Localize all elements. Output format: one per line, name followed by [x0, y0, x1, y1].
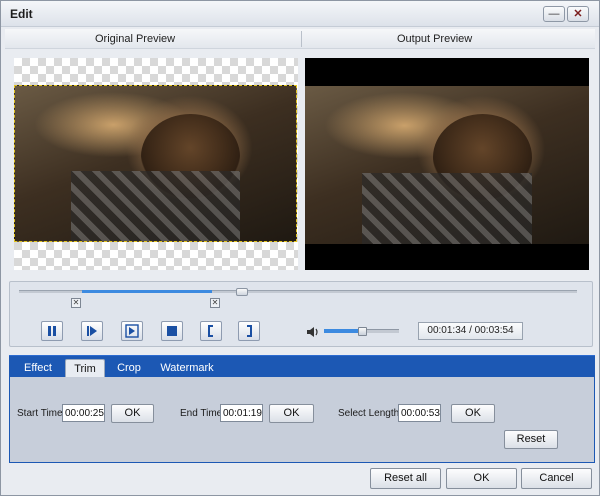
output-video-frame: [305, 86, 589, 244]
end-time-label: End Time: [180, 408, 223, 419]
tab-trim[interactable]: Trim: [65, 359, 105, 378]
trim-end-marker[interactable]: ✕: [210, 298, 220, 308]
start-time-ok-button[interactable]: OK: [111, 404, 154, 423]
output-preview-label: Output Preview: [397, 33, 473, 45]
start-time-input[interactable]: [62, 404, 105, 422]
tab-watermark[interactable]: Watermark: [155, 359, 219, 378]
timeline-playhead[interactable]: [236, 288, 248, 296]
timeline-selection: [82, 290, 212, 293]
minimize-button[interactable]: —: [543, 6, 565, 22]
select-length-label: Select Length: [338, 408, 400, 419]
trim-reset-button[interactable]: Reset: [504, 430, 558, 449]
volume-slider-thumb[interactable]: [358, 327, 367, 336]
select-length-input[interactable]: [398, 404, 441, 422]
left-bracket-icon: [208, 325, 213, 337]
video-subject-shirt: [71, 171, 240, 241]
next-frame-button[interactable]: [81, 321, 103, 341]
step-forward-icon: [125, 324, 139, 338]
original-preview-label: Original Preview: [95, 33, 176, 45]
preview-header: Original Preview Output Preview: [5, 29, 595, 49]
ok-button[interactable]: OK: [446, 468, 517, 489]
end-time-ok-button[interactable]: OK: [269, 404, 314, 423]
reset-all-button[interactable]: Reset all: [370, 468, 441, 489]
tab-crop[interactable]: Crop: [110, 359, 148, 378]
right-bracket-icon: [247, 325, 252, 337]
minimize-icon: —: [548, 8, 560, 20]
tab-effect[interactable]: Effect: [15, 359, 61, 378]
volume-level-fill: [324, 329, 362, 333]
cancel-button[interactable]: Cancel: [521, 468, 592, 489]
end-time-input[interactable]: [220, 404, 263, 422]
step-forward-button[interactable]: [121, 321, 143, 341]
set-end-button[interactable]: [238, 321, 260, 341]
close-icon: ✕: [573, 8, 583, 20]
window-title: Edit: [10, 7, 33, 21]
pause-button[interactable]: [41, 321, 63, 341]
video-subject-shirt: [361, 172, 533, 244]
stop-button[interactable]: [161, 321, 183, 341]
close-button[interactable]: ✕: [567, 6, 589, 22]
stop-icon: [167, 326, 177, 336]
set-start-button[interactable]: [200, 321, 222, 341]
title-bar: Edit — ✕: [1, 1, 599, 27]
trim-start-marker[interactable]: ✕: [71, 298, 81, 308]
edit-window: Edit — ✕ Original Preview Output Preview…: [0, 0, 600, 496]
next-frame-icon: [87, 326, 97, 336]
volume-icon[interactable]: [306, 325, 320, 339]
crop-area-video-frame[interactable]: [14, 85, 297, 242]
preview-header-divider: [301, 31, 302, 47]
pause-icon: [48, 326, 56, 336]
select-length-ok-button[interactable]: OK: [451, 404, 495, 423]
edit-tab-bar: Effect Trim Crop Watermark: [9, 355, 595, 378]
time-display: 00:01:34 / 00:03:54: [418, 322, 523, 340]
start-time-label: Start Time: [17, 408, 63, 419]
